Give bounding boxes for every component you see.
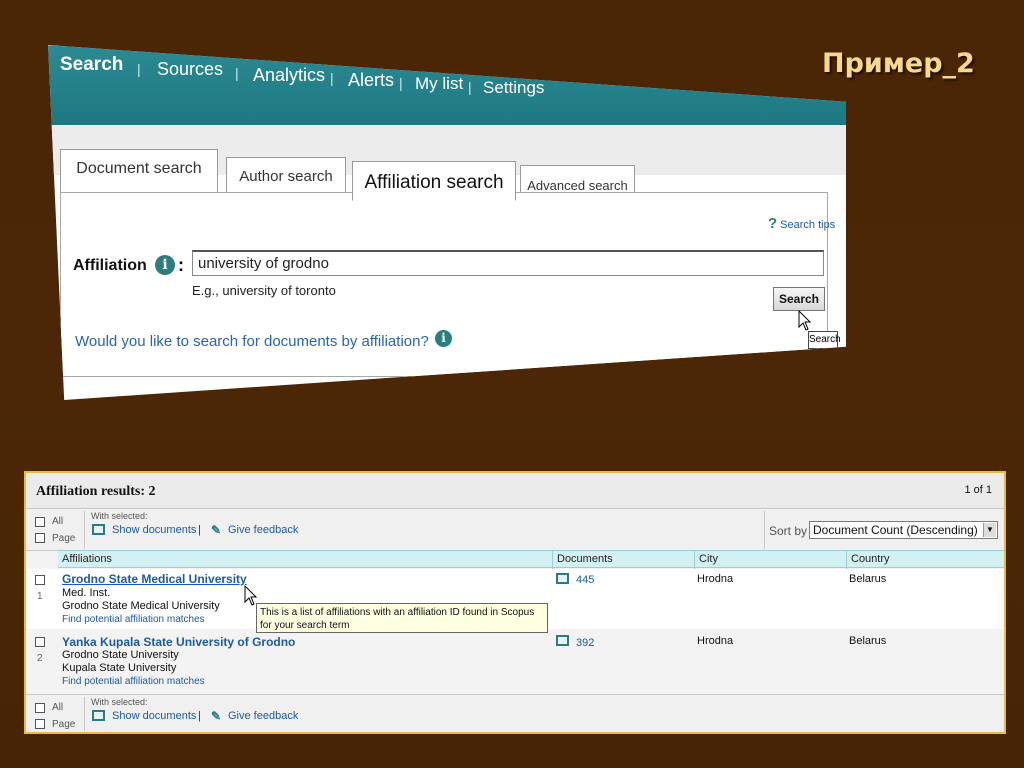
city-cell: Hrodna xyxy=(697,635,734,647)
sort-by-select[interactable]: Document Count (Descending) ▼ xyxy=(809,521,998,539)
col-divider xyxy=(846,551,847,569)
row-checkbox[interactable] xyxy=(35,637,45,647)
documents-icon xyxy=(92,524,105,535)
example-hint: E.g., university of toronto xyxy=(192,283,336,298)
with-selected-label: With selected: xyxy=(91,697,148,707)
affiliation-results-panel: Affiliation results: 2 1 of 1 All Page W… xyxy=(24,471,1006,734)
give-feedback-link[interactable]: Give feedback xyxy=(228,710,298,722)
find-matches-link[interactable]: Find potential affiliation matches xyxy=(62,676,205,687)
affiliation-input[interactable]: university of grodno xyxy=(192,250,824,276)
tab-document-search[interactable]: Document search xyxy=(60,149,218,193)
show-documents-link[interactable]: Show documents xyxy=(112,710,196,722)
nav-settings[interactable]: Settings xyxy=(483,78,544,98)
feedback-icon: ✎ xyxy=(211,523,222,537)
search-panel-screenshot: Search | Sources | Analytics | Alerts | … xyxy=(48,45,846,400)
results-column-header: Affiliations Documents City Country xyxy=(58,550,1004,569)
tooltip-line: for your search term xyxy=(260,620,350,631)
divider xyxy=(84,511,85,549)
col-country[interactable]: Country xyxy=(851,553,890,565)
separator: | xyxy=(198,524,201,536)
select-page-checkbox[interactable] xyxy=(35,719,45,729)
tooltip-line: This is a list of affiliations with an a… xyxy=(260,607,535,618)
document-count-link[interactable]: 445 xyxy=(576,574,594,586)
affiliation-label: Affiliation xyxy=(73,257,147,274)
select-page-label: Page xyxy=(52,719,76,730)
affiliation-name-link[interactable]: Grodno State Medical University xyxy=(62,572,247,586)
search-documents-by-affiliation-link[interactable]: Would you like to search for documents b… xyxy=(75,333,429,350)
col-divider xyxy=(552,551,553,569)
mouse-cursor-icon xyxy=(244,585,258,606)
affiliation-alt-name: Med. Inst. xyxy=(62,587,111,599)
results-header: Affiliation results: 2 1 of 1 xyxy=(26,473,1004,509)
city-cell: Hrodna xyxy=(697,573,734,585)
row-checkbox[interactable] xyxy=(35,575,45,585)
documents-icon xyxy=(556,635,569,646)
nav-separator: | xyxy=(235,65,239,81)
label-colon: : xyxy=(178,255,184,275)
select-page-checkbox[interactable] xyxy=(35,533,45,543)
help-icon: ? xyxy=(768,215,778,232)
select-page-label: Page xyxy=(52,533,76,544)
search-tips-link[interactable]: ? Search tips xyxy=(768,215,835,232)
mouse-cursor-icon xyxy=(798,310,812,331)
search-button[interactable]: Search xyxy=(773,287,825,311)
nav-separator: | xyxy=(399,75,403,91)
country-cell: Belarus xyxy=(849,635,887,647)
chevron-down-icon: ▼ xyxy=(983,523,996,537)
document-count-link[interactable]: 392 xyxy=(576,637,594,649)
documents-icon xyxy=(556,573,569,584)
divider xyxy=(764,511,765,549)
row-number: 1 xyxy=(37,591,43,602)
nav-my-list[interactable]: My list xyxy=(415,74,463,94)
col-divider xyxy=(694,551,695,569)
affiliation-hover-tooltip: This is a list of affiliations with an a… xyxy=(256,603,548,633)
results-title: Affiliation results: 2 xyxy=(36,484,156,499)
affiliation-alt-name: Kupala State University xyxy=(62,662,177,674)
affiliation-name-link[interactable]: Yanka Kupala State University of Grodno xyxy=(62,635,295,649)
documents-icon xyxy=(92,710,105,721)
col-affiliations[interactable]: Affiliations xyxy=(62,553,112,565)
tab-author-search[interactable]: Author search xyxy=(226,157,346,193)
nav-separator: | xyxy=(137,61,141,77)
info-icon[interactable]: i xyxy=(435,330,452,347)
col-documents[interactable]: Documents xyxy=(557,553,613,565)
sort-by-value: Document Count (Descending) xyxy=(813,523,978,537)
select-all-label: All xyxy=(52,516,64,527)
show-documents-link[interactable]: Show documents xyxy=(112,524,196,536)
give-feedback-link[interactable]: Give feedback xyxy=(228,524,298,536)
results-toolbar-bottom: All Page With selected: Show documents |… xyxy=(26,694,1004,732)
country-cell: Belarus xyxy=(849,573,887,585)
affiliation-alt-name: Grodno State University xyxy=(62,649,179,661)
search-tooltip: Search xyxy=(808,331,841,349)
find-matches-link[interactable]: Find potential affiliation matches xyxy=(62,614,205,625)
tab-affiliation-search[interactable]: Affiliation search xyxy=(352,161,516,201)
affiliation-alt-name: Grodno State Medical University xyxy=(62,600,220,612)
with-selected-label: With selected: xyxy=(91,511,148,521)
table-row: 2 Yanka Kupala State University of Grodn… xyxy=(26,629,1004,693)
info-icon[interactable]: i xyxy=(155,255,175,275)
nav-separator: | xyxy=(330,70,334,86)
nav-separator: | xyxy=(468,79,472,95)
search-tips-label: Search tips xyxy=(780,219,836,231)
sort-by-label: Sort by xyxy=(769,524,808,538)
nav-search[interactable]: Search xyxy=(60,54,123,76)
separator: | xyxy=(198,710,201,722)
select-all-label: All xyxy=(52,702,64,713)
select-all-checkbox[interactable] xyxy=(35,517,45,527)
select-all-checkbox[interactable] xyxy=(35,703,45,713)
nav-alerts[interactable]: Alerts xyxy=(348,70,394,91)
col-city[interactable]: City xyxy=(699,553,718,565)
divider xyxy=(84,697,85,731)
nav-sources[interactable]: Sources xyxy=(157,59,223,80)
slide-title: Пример_2 xyxy=(822,48,975,79)
page-indicator: 1 of 1 xyxy=(964,484,992,496)
nav-analytics[interactable]: Analytics xyxy=(253,65,325,86)
row-number: 2 xyxy=(37,653,43,664)
feedback-icon: ✎ xyxy=(211,709,222,723)
